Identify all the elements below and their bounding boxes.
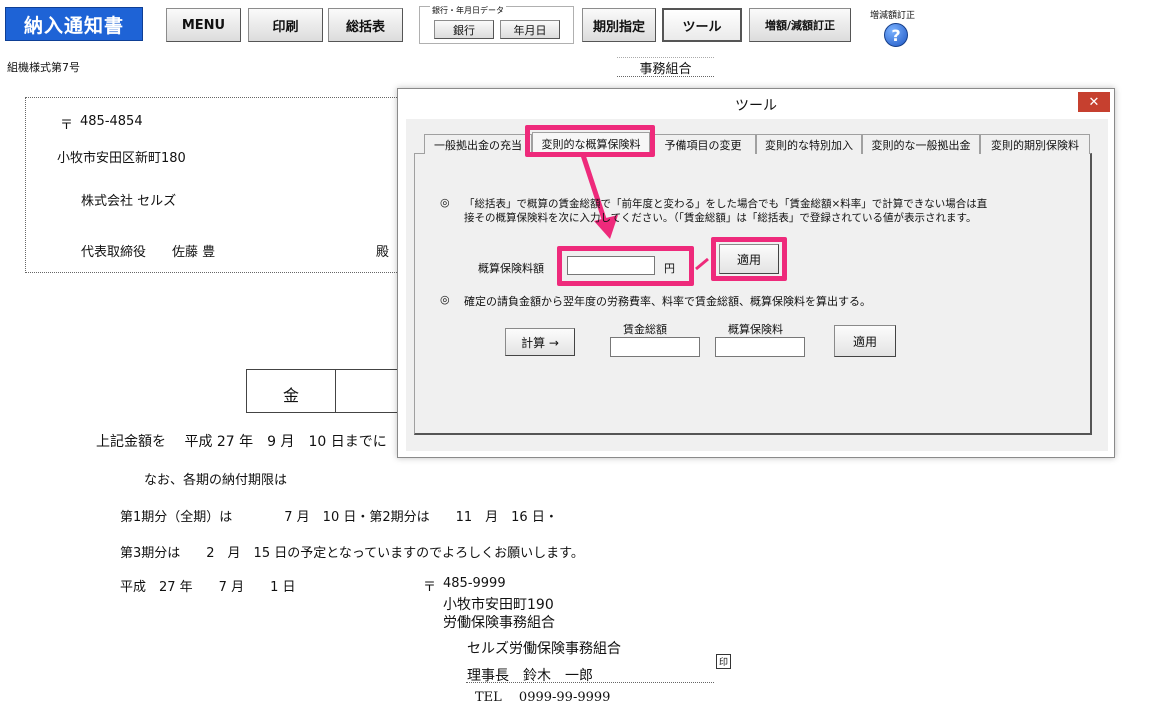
postal-mark: 〒 (60, 118, 74, 133)
premium2-field[interactable] (715, 337, 805, 357)
note2-text: 確定の請負金額から翌年度の労務費率、料率で賃金総額、概算保険料を算出する。 (464, 295, 871, 308)
bank-date-group-label: 銀行・年月日データ (430, 5, 506, 16)
yen-unit: 円 (664, 262, 675, 275)
calc-button[interactable]: 計算 → (505, 328, 575, 356)
premium-input[interactable] (567, 256, 655, 275)
summary-button[interactable]: 総括表 (328, 8, 403, 42)
tab-irregular-period-premium[interactable]: 変則的期別保険料 (980, 134, 1090, 154)
form-number: 組機様式第7号 (7, 61, 80, 74)
bank-button[interactable]: 銀行 (434, 20, 494, 39)
print-button[interactable]: 印刷 (248, 8, 323, 42)
installment-line-1: 第1期分（全期）は 7 月 10 日・第2期分は 11 月 16 日・ (120, 510, 558, 525)
tool-dialog: ツール ✕ 一般拠出金の充当 変則的な概算保険料 予備項目の変更 変則的な特別加… (397, 88, 1115, 458)
installment-intro: なお、各期の納付期限は (144, 473, 288, 488)
apply-button-2[interactable]: 適用 (834, 325, 896, 357)
apply-button-1[interactable]: 適用 (719, 244, 779, 274)
tool-button[interactable]: ツール (662, 8, 742, 42)
dialog-title: ツール (735, 98, 777, 114)
increase-small-label: 増減額訂正 (870, 11, 916, 21)
tab-general-contribution[interactable]: 一般拠出金の充当 (424, 134, 532, 154)
amount-box: 金 (246, 369, 406, 413)
recipient-company: 株式会社 セルズ (81, 194, 177, 209)
installment-line-2: 第3期分は 2 月 15 日の予定となっていますのでよろしくお願いします。 (120, 546, 584, 561)
sender-postal-code: 485-9999 (443, 576, 506, 591)
menu-button[interactable]: MENU (166, 8, 241, 42)
note1-bullet: ◎ (440, 196, 450, 209)
tab-highlight (525, 125, 655, 157)
note1-line-b: 接その概算保険料を次に入力してください。（「賃金総額」は「総括表」で登録されてい… (464, 212, 977, 224)
amount-label: 金 (283, 386, 300, 405)
increase-decrease-button[interactable]: 増額/減額訂正 (749, 8, 851, 42)
toolbar: 納入通知書 MENU 印刷 総括表 銀行・年月日データ 銀行 年月日 期別指定 … (0, 0, 1154, 50)
due-date-line: 上記金額を 平成 27 年 9 月 10 日までに (96, 434, 387, 450)
rep-title: 代表取締役 (81, 245, 147, 260)
sender-org: 労働保険事務組合 (443, 615, 555, 631)
sender-postal-mark: 〒 (423, 580, 437, 595)
sender-name: セルズ労働保険事務組合 (467, 641, 621, 657)
issue-date: 平成 27 年 7 月 1 日 (120, 580, 296, 595)
sender-tel: TEL 0999-99-9999 (475, 690, 611, 705)
sender-address: 小牧市安田町190 (443, 597, 554, 613)
tab-reserve-items[interactable]: 予備項目の変更 (650, 134, 756, 154)
tab-special-enrollment[interactable]: 変則的な特別加入 (756, 134, 862, 154)
notice-title-button[interactable]: 納入通知書 (5, 7, 143, 41)
period-button[interactable]: 期別指定 (582, 8, 656, 42)
premium-label: 概算保険料額 (478, 262, 544, 275)
postal-code: 485-4854 (80, 114, 143, 129)
help-icon[interactable]: ? (884, 23, 908, 47)
rep-name: 佐藤 豊 (172, 245, 216, 260)
recipient-address: 小牧市安田区新町180 (57, 151, 186, 166)
date-button[interactable]: 年月日 (500, 20, 560, 39)
note2-bullet: ◎ (440, 293, 450, 306)
honorific: 殿 (376, 245, 390, 260)
close-button[interactable]: ✕ (1078, 92, 1110, 112)
wage-total-label: 賃金総額 (623, 323, 667, 336)
office-label: 事務組合 (617, 57, 714, 77)
bank-date-group: 銀行・年月日データ 銀行 年月日 (419, 5, 574, 44)
premium2-label: 概算保険料 (728, 323, 783, 336)
note1-line-a: 「総括表」で概算の賃金総額で「前年度と変わる」をした場合でも「賃金総額×料率」で… (464, 198, 988, 210)
tab-irregular-contribution[interactable]: 変則的な一般拠出金 (862, 134, 980, 154)
wage-total-field[interactable] (610, 337, 700, 357)
seal-stamp: 印 (716, 654, 731, 669)
signature-line (466, 682, 714, 683)
